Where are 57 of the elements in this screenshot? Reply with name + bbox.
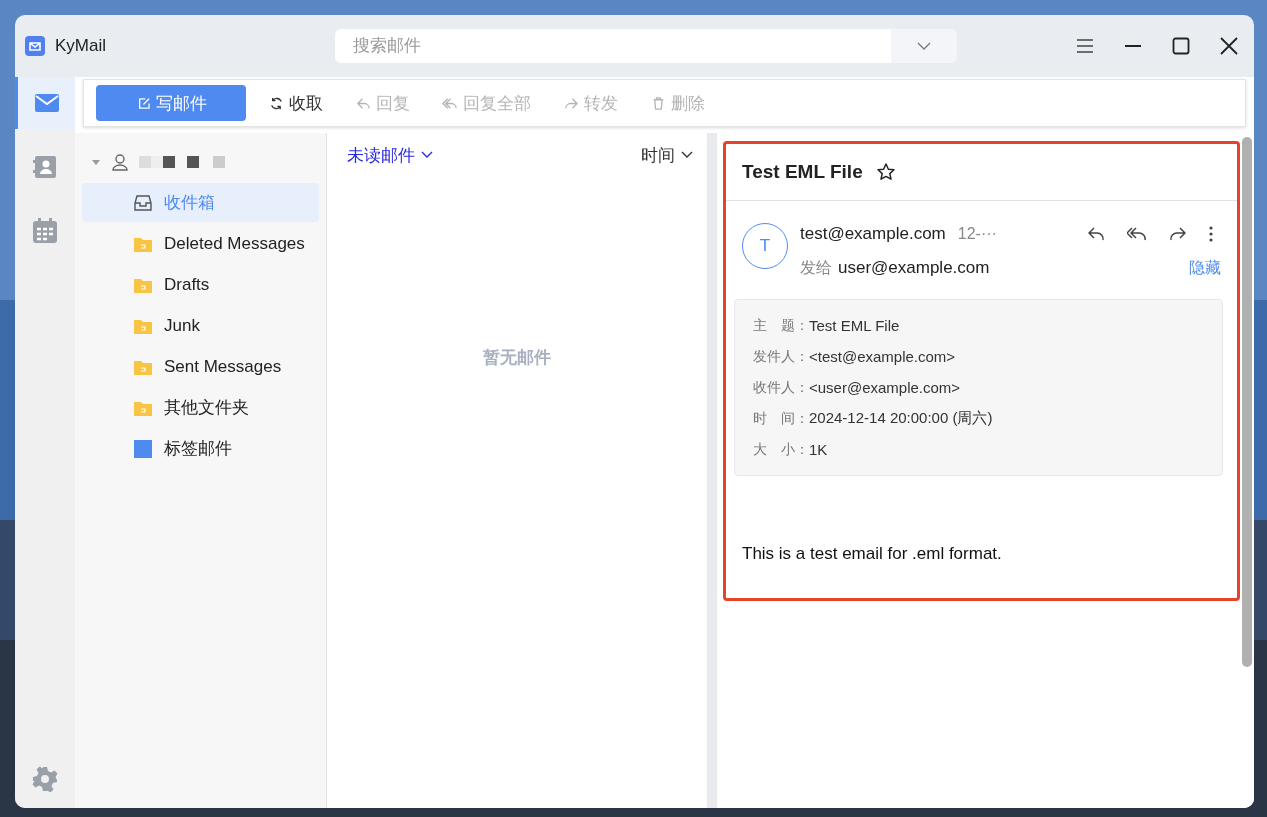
recipient-address: user@example.com xyxy=(838,258,990,278)
star-icon[interactable] xyxy=(876,163,895,181)
message-date: 12-··· xyxy=(957,225,997,243)
empty-state-text: 暂无邮件 xyxy=(483,346,551,369)
filter-dropdown[interactable]: 未读邮件 xyxy=(347,143,433,167)
folder-icon xyxy=(134,399,152,416)
toolbar-button[interactable]: 收取 xyxy=(254,85,337,121)
chevron-down-icon xyxy=(421,151,433,159)
scrollbar-thumb[interactable] xyxy=(1242,137,1252,667)
reply-all-icon[interactable] xyxy=(1127,226,1147,242)
folder-icon xyxy=(134,358,152,375)
more-icon[interactable] xyxy=(1209,226,1213,242)
folder-item[interactable]: Drafts xyxy=(82,265,319,304)
folder-item[interactable]: Deleted Messages xyxy=(82,224,319,263)
close-icon[interactable] xyxy=(1220,37,1238,55)
chevron-down-icon xyxy=(681,151,693,159)
folder-item[interactable]: Junk xyxy=(82,306,319,345)
detail-value: 1K xyxy=(809,441,828,458)
settings-icon[interactable] xyxy=(32,766,58,792)
inbox-icon xyxy=(134,194,152,211)
tag-icon xyxy=(134,439,152,458)
detail-label: 发件人： xyxy=(753,347,809,366)
menu-icon[interactable] xyxy=(1076,38,1094,54)
sender-address: test@example.com xyxy=(800,224,946,244)
detail-label: 时 间： xyxy=(753,409,809,428)
maximize-icon[interactable] xyxy=(1172,37,1190,55)
detail-value: 2024-12-14 20:00:00 (周六) xyxy=(809,409,993,428)
app-logo-icon xyxy=(25,36,45,56)
mail-icon xyxy=(33,93,60,113)
calendar-icon xyxy=(32,218,58,244)
sort-dropdown[interactable]: 时间 xyxy=(641,143,693,167)
folder-item[interactable]: 标签邮件 xyxy=(82,429,319,468)
detail-label: 收件人： xyxy=(753,378,809,397)
caret-down-icon[interactable] xyxy=(91,157,101,167)
refresh-icon xyxy=(268,95,283,111)
detail-value: <user@example.com> xyxy=(809,379,961,396)
folder-icon xyxy=(134,317,152,334)
hide-link[interactable]: 隐藏 xyxy=(1189,257,1221,279)
user-icon xyxy=(111,153,129,171)
message-subject: Test EML File xyxy=(742,161,863,183)
contacts-icon xyxy=(32,155,58,179)
window-title: KyMail xyxy=(55,36,107,56)
reply-icon[interactable] xyxy=(1087,226,1105,242)
chevron-down-icon xyxy=(917,42,931,50)
message-body: This is a test email for .eml format. xyxy=(742,544,1003,564)
folder-icon xyxy=(134,235,152,252)
search-field[interactable]: 搜索邮件 xyxy=(335,29,891,63)
folder-icon xyxy=(134,276,152,293)
forward-icon[interactable] xyxy=(1169,226,1187,242)
recipient-label: 发给 xyxy=(800,257,832,278)
detail-label: 大 小： xyxy=(753,440,809,459)
folder-item[interactable]: Sent Messages xyxy=(82,347,319,386)
folder-item[interactable]: 其他文件夹 xyxy=(82,388,319,427)
detail-label: 主 题： xyxy=(753,316,809,335)
nav-tab[interactable] xyxy=(15,77,75,129)
detail-value: Test EML File xyxy=(809,317,900,334)
detail-value: <test@example.com> xyxy=(809,348,956,365)
